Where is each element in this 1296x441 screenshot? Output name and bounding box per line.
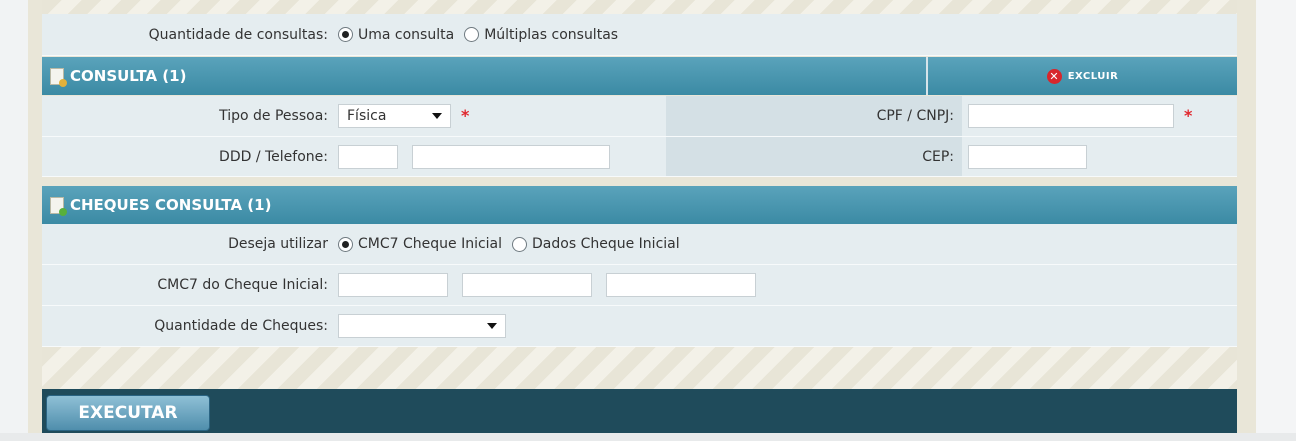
cmc7-row: CMC7 do Cheque Inicial:: [42, 265, 1237, 306]
chevron-down-icon: [487, 323, 497, 329]
deseja-utilizar-row: Deseja utilizar CMC7 Cheque Inicial Dado…: [42, 224, 1237, 265]
cmc7-input-1[interactable]: [338, 273, 448, 297]
quantidade-cheques-label: Quantidade de Cheques:: [154, 318, 328, 334]
hatch-separator: [42, 347, 1237, 389]
required-marker: *: [1184, 106, 1193, 125]
radio-multiplas-consultas-label: Múltiplas consultas: [484, 26, 619, 43]
top-hatch-stripe: [42, 0, 1237, 14]
quantidade-cheques-row: Quantidade de Cheques:: [42, 306, 1237, 347]
radio-dados-label: Dados Cheque Inicial: [532, 236, 680, 252]
cep-label: CEP:: [922, 148, 954, 165]
ddd-telefone-row: DDD / Telefone: CEP:: [42, 137, 1237, 177]
telefone-input[interactable]: [412, 144, 610, 169]
radio-dados-indicator[interactable]: [512, 236, 528, 252]
chevron-down-icon: [432, 113, 442, 119]
bottom-margin: [0, 433, 1296, 441]
add-document-icon: [50, 196, 67, 216]
tipo-pessoa-value: Física: [347, 108, 387, 124]
cmc7-input-3[interactable]: [606, 273, 756, 297]
radio-dados-cheque-inicial[interactable]: Dados Cheque Inicial: [512, 236, 690, 252]
excluir-label: EXCLUIR: [1067, 70, 1119, 82]
cmc7-input-2[interactable]: [462, 273, 592, 297]
radio-uma-consulta-label: Uma consulta: [358, 26, 455, 43]
quantidade-consultas-row: Quantidade de consultas: Uma consulta Mú…: [42, 14, 1237, 56]
radio-uma-consulta-indicator[interactable]: [338, 27, 353, 42]
quantidade-consultas-label: Quantidade de consultas:: [148, 26, 328, 43]
cep-input[interactable]: [968, 144, 1087, 169]
quantidade-cheques-select[interactable]: [338, 314, 506, 338]
ddd-input[interactable]: [338, 144, 398, 169]
consulta-section-header: CONSULTA (1) ✕ EXCLUIR: [42, 57, 1237, 95]
radio-uma-consulta[interactable]: Uma consulta: [338, 27, 464, 43]
deseja-utilizar-label: Deseja utilizar: [228, 236, 328, 252]
tipo-pessoa-label: Tipo de Pessoa:: [219, 108, 328, 124]
consulta-title: CONSULTA (1): [70, 67, 187, 85]
cheques-title: CHEQUES CONSULTA (1): [70, 196, 272, 214]
cheques-section-header: CHEQUES CONSULTA (1): [42, 186, 1237, 224]
executar-button[interactable]: EXECUTAR: [46, 395, 210, 431]
tipo-pessoa-row: Tipo de Pessoa: Física * CPF / CNPJ: *: [42, 96, 1237, 137]
radio-cmc7-indicator[interactable]: [338, 236, 353, 252]
excluir-button[interactable]: ✕ EXCLUIR: [926, 57, 1237, 95]
radio-multiplas-consultas[interactable]: Múltiplas consultas: [464, 27, 628, 43]
footer-bar: EXECUTAR: [42, 389, 1237, 433]
tipo-pessoa-select[interactable]: Física: [338, 104, 451, 128]
radio-cmc7-label: CMC7 Cheque Inicial: [358, 236, 503, 252]
radio-multiplas-consultas-indicator[interactable]: [464, 27, 480, 42]
cpf-cnpj-label: CPF / CNPJ:: [876, 108, 954, 124]
right-margin: [1256, 0, 1296, 441]
cpf-cnpj-input[interactable]: [968, 104, 1174, 128]
radio-cmc7-cheque-inicial[interactable]: CMC7 Cheque Inicial: [338, 236, 512, 252]
executar-label: EXECUTAR: [78, 403, 178, 423]
cmc7-label: CMC7 do Cheque Inicial:: [157, 277, 328, 293]
delete-x-icon: ✕: [1046, 68, 1062, 84]
edit-document-icon: [50, 67, 67, 87]
ddd-telefone-label: DDD / Telefone:: [219, 148, 328, 165]
required-marker: *: [461, 106, 470, 125]
